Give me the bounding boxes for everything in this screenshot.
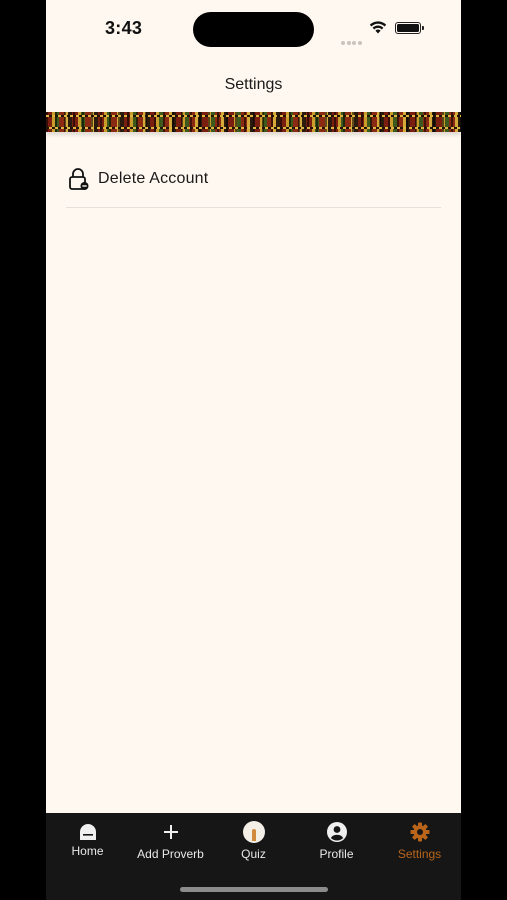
tab-settings[interactable]: Settings <box>378 821 461 861</box>
dynamic-island <box>193 12 314 47</box>
app-screen: 3:43 Settings Delete Account Home Add Pr… <box>46 0 461 900</box>
tab-profile-label: Profile <box>319 847 354 861</box>
profile-icon <box>326 822 347 842</box>
tab-home[interactable]: Home <box>46 821 129 858</box>
tab-settings-label: Settings <box>397 847 442 861</box>
delete-account-row[interactable]: Delete Account <box>66 160 441 208</box>
battery-icon <box>395 22 424 34</box>
tab-add-proverb[interactable]: Add Proverb <box>129 821 212 861</box>
home-icon <box>79 824 96 840</box>
cellular-signal-icon <box>341 32 363 50</box>
tab-profile[interactable]: Profile <box>295 821 378 861</box>
plus-icon <box>163 825 178 839</box>
tab-quiz[interactable]: Quiz <box>212 821 295 861</box>
kente-pattern-banner <box>46 112 461 132</box>
home-indicator[interactable] <box>180 887 328 892</box>
wifi-icon <box>369 21 387 34</box>
quiz-icon <box>242 821 265 843</box>
lock-icon <box>69 167 89 190</box>
tab-add-proverb-label: Add Proverb <box>137 847 204 861</box>
tab-quiz-label: Quiz <box>241 847 266 861</box>
tab-home-label: Home <box>71 844 104 858</box>
delete-account-label: Delete Account <box>98 169 209 187</box>
status-time: 3:43 <box>105 18 143 38</box>
page-title: Settings <box>224 76 283 93</box>
gear-icon <box>410 822 429 842</box>
